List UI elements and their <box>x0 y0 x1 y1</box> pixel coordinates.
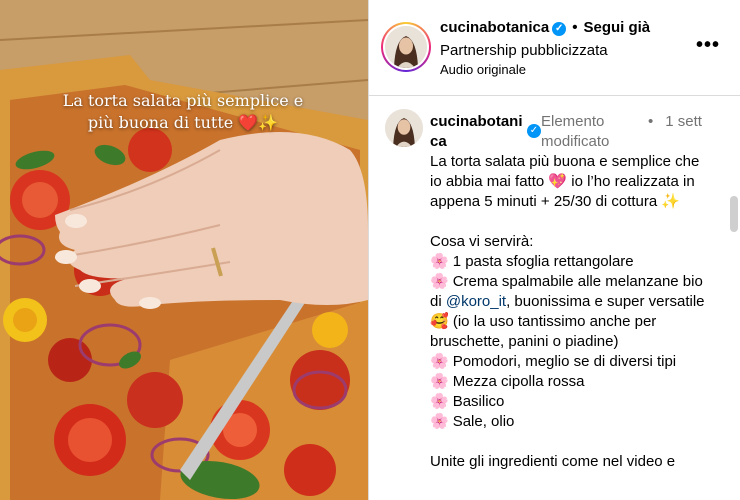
caption-text: La torta salata più buona e semplice che… <box>430 152 715 472</box>
scrollbar-thumb[interactable] <box>730 196 738 232</box>
post-header: cucinabotanica ✓ • Segui già Partnership pu… <box>369 0 740 96</box>
audio-label[interactable]: Audio originale <box>440 62 526 77</box>
sparkles-emoji-icon: ✨ <box>661 193 681 210</box>
ingredient-item: 🌸 Mezza cipolla rossa <box>430 372 715 392</box>
reel-media[interactable]: La torta salata più semplice e più buona… <box>0 0 368 500</box>
ingredient-item: 🌸 Sale, olio <box>430 412 715 432</box>
avatar-photo <box>385 109 423 147</box>
flower-emoji-icon: 🌸 <box>430 273 449 290</box>
more-options-icon[interactable]: ••• <box>696 34 720 57</box>
timestamp-text: 1 sett <box>665 113 702 130</box>
flower-emoji-icon: 🌸 <box>430 373 449 390</box>
mention-link[interactable]: @koro_it <box>446 293 506 310</box>
flower-emoji-icon: 🌸 <box>430 353 449 370</box>
overlay-caption: La torta salata più semplice e più buona… <box>62 91 304 132</box>
ingredient-item: 🌸 1 pasta sfoglia rettangolare <box>430 252 715 272</box>
header-username[interactable]: cucinabotanica <box>440 19 549 36</box>
edited-label: Elemento modificato <box>541 113 610 150</box>
caption-outro: Unite gli ingredienti come nel video e <box>430 453 676 470</box>
comment-timestamp[interactable]: • 1 sett <box>648 112 718 132</box>
verified-badge-icon: ✓ <box>527 124 541 138</box>
ingredient-text: (io la uso tantissimo anche per bruschet… <box>430 313 657 350</box>
separator-dot: • <box>572 19 578 36</box>
comment-avatar[interactable] <box>385 109 423 147</box>
avatar-photo <box>385 26 427 68</box>
follow-button[interactable]: Segui già <box>583 19 650 36</box>
ingredient-text: Sale, olio <box>452 413 515 430</box>
post-panel: cucinabotanica ✓ • Segui già Partnership pu… <box>368 0 740 500</box>
ingredient-item: 🌸 Basilico <box>430 392 715 412</box>
flower-emoji-icon: 🌸 <box>430 253 449 270</box>
separator-dot: • <box>648 113 654 130</box>
paid-partnership-label[interactable]: Partnership pubblicizzata <box>440 42 608 59</box>
comment-username[interactable]: cucinabotanica <box>430 112 526 152</box>
ingredient-text: 1 pasta sfoglia rettangolare <box>452 253 634 270</box>
tart-photo <box>0 0 368 500</box>
verified-badge-icon: ✓ <box>552 22 567 36</box>
smiling-hearts-emoji-icon: 🥰 <box>430 313 449 330</box>
ingredient-item: 🌸 Pomodori, meglio se di diversi tipi <box>430 352 715 372</box>
flower-emoji-icon: 🌸 <box>430 393 449 410</box>
caption-comment: cucinabotanica ✓ Elemento modificato • 1 … <box>369 96 740 500</box>
ingredient-text: Pomodori, meglio se di diversi tipi <box>452 353 677 370</box>
ingredients-title: Cosa vi servirà: <box>430 233 534 250</box>
ingredient-text: Basilico <box>452 393 505 410</box>
profile-avatar[interactable] <box>381 22 431 72</box>
heart-emoji-icon: 💖 <box>548 173 568 190</box>
ingredient-text: , buonissima e super versatile <box>506 293 705 310</box>
ingredient-item: 🌸 Crema spalmabile alle melanzane bio di … <box>430 272 715 352</box>
flower-emoji-icon: 🌸 <box>430 413 449 430</box>
ingredient-text: Mezza cipolla rossa <box>452 373 585 390</box>
